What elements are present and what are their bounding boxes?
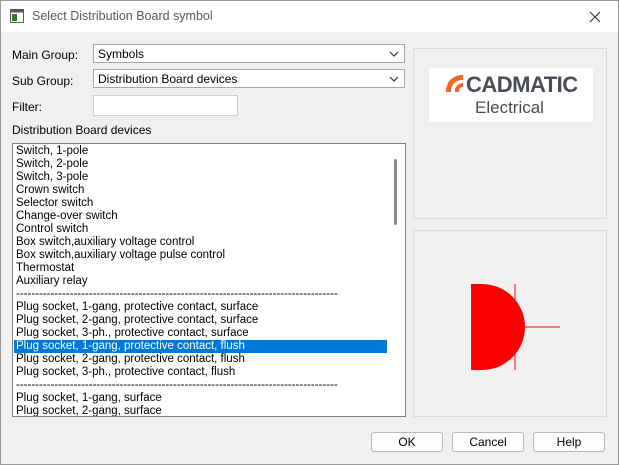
- main-group-value: Symbols: [98, 47, 145, 61]
- list-item[interactable]: Plug socket, 2-gang, surface: [14, 405, 388, 416]
- cadmatic-logo: CADMATIC Electrical: [429, 68, 593, 122]
- filter-input[interactable]: [93, 95, 238, 116]
- list-item[interactable]: Crown switch: [14, 184, 388, 197]
- list-item[interactable]: Auxiliary relay: [14, 275, 388, 288]
- filter-label: Filter:: [12, 100, 42, 114]
- list-item[interactable]: Plug socket, 1-gang, surface: [14, 392, 388, 405]
- list-item[interactable]: Control switch: [14, 223, 388, 236]
- list-item[interactable]: Box switch,auxiliary voltage pulse contr…: [14, 249, 388, 262]
- list-item[interactable]: Thermostat: [14, 262, 388, 275]
- sub-group-select[interactable]: Distribution Board devices: [93, 69, 405, 88]
- help-button[interactable]: Help: [533, 432, 605, 452]
- dialog-window: Select Distribution Board symbol Main Gr…: [0, 0, 619, 465]
- main-group-select[interactable]: Symbols: [93, 44, 405, 63]
- list-item[interactable]: Selector switch: [14, 197, 388, 210]
- list-item[interactable]: Plug socket, 1-gang, protective contact,…: [14, 340, 388, 353]
- list-item[interactable]: Switch, 2-pole: [14, 158, 388, 171]
- list-separator: ----------------------------------------…: [16, 288, 338, 300]
- close-button[interactable]: [572, 1, 618, 32]
- logo-panel: CADMATIC Electrical: [413, 48, 607, 219]
- list-item[interactable]: Plug socket, 1-gang, protective contact,…: [14, 301, 388, 314]
- sub-group-label: Sub Group:: [12, 74, 74, 88]
- chevron-down-icon: [389, 51, 399, 57]
- list-item[interactable]: Box switch,auxiliary voltage control: [14, 236, 388, 249]
- scrollbar-thumb[interactable]: [394, 159, 397, 225]
- close-icon: [589, 11, 601, 22]
- list-item[interactable]: Plug socket, 2-gang, protective contact,…: [14, 353, 388, 366]
- plug-socket-flush-symbol: [471, 284, 560, 370]
- window-title: Select Distribution Board symbol: [32, 9, 213, 23]
- cancel-button[interactable]: Cancel: [452, 432, 524, 452]
- list-separator: ----------------------------------------…: [16, 379, 338, 391]
- chevron-down-icon: [389, 76, 399, 82]
- symbol-preview-panel: [413, 230, 607, 417]
- symbol-listbox[interactable]: Switch, 1-pole Switch, 2-pole Switch, 3-po…: [12, 143, 406, 417]
- list-item[interactable]: Switch, 1-pole: [14, 145, 388, 158]
- list-item[interactable]: Plug socket, 2-gang, protective contact,…: [14, 314, 388, 327]
- vertical-scrollbar[interactable]: [387, 145, 404, 415]
- title-bar: Select Distribution Board symbol: [1, 1, 618, 32]
- app-icon: [10, 9, 24, 23]
- ok-button[interactable]: OK: [371, 432, 443, 452]
- cadmatic-logo-icon: [445, 74, 463, 92]
- logo-brand-text: CADMATIC: [466, 72, 578, 97]
- list-item[interactable]: Change-over switch: [14, 210, 388, 223]
- sub-group-value: Distribution Board devices: [98, 72, 238, 86]
- main-group-label: Main Group:: [12, 48, 79, 62]
- list-item[interactable]: Switch, 3-pole: [14, 171, 388, 184]
- list-item[interactable]: Plug socket, 3-ph., protective contact, …: [14, 327, 388, 340]
- list-label: Distribution Board devices: [12, 123, 152, 137]
- logo-product-text: Electrical: [475, 98, 544, 117]
- symbol-list: Switch, 1-pole Switch, 2-pole Switch, 3-po…: [14, 145, 388, 416]
- list-item[interactable]: Plug socket, 3-ph., protective contact, …: [14, 366, 388, 379]
